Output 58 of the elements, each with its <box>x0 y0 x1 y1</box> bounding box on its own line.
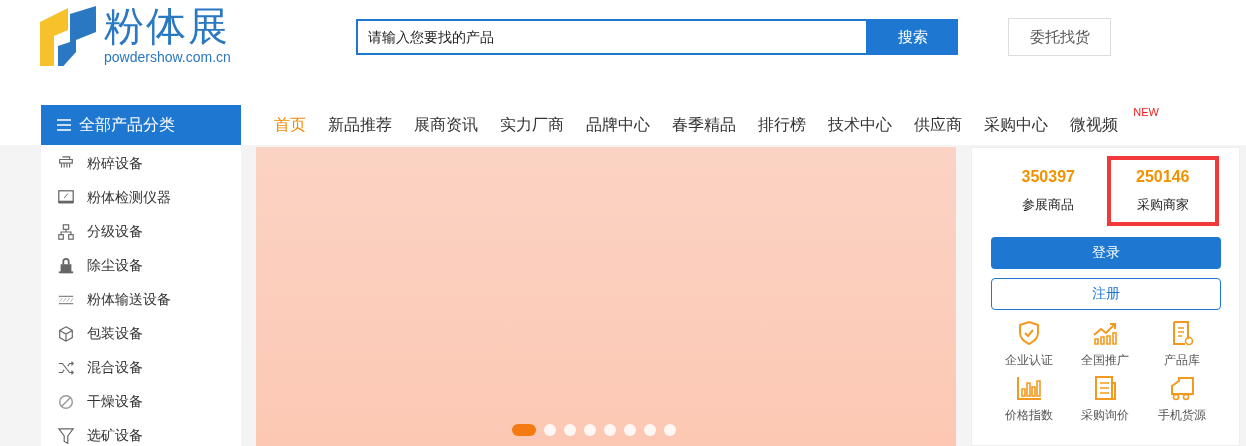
register-button[interactable]: 注册 <box>991 278 1221 310</box>
bar-chart-icon <box>1016 375 1043 401</box>
category-item[interactable]: 混合设备 <box>41 351 241 385</box>
category-item[interactable]: 包装设备 <box>41 317 241 351</box>
nav-link[interactable]: 新品推荐 <box>317 114 403 136</box>
nav-link[interactable]: 技术中心 <box>817 114 903 136</box>
login-button[interactable]: 登录 <box>991 237 1221 269</box>
category-item[interactable]: 除尘设备 <box>41 249 241 283</box>
service-link[interactable]: 手机货源 <box>1143 375 1220 424</box>
stat-label: 参展商品 <box>1022 196 1075 214</box>
nav-link[interactable]: 展商资讯 <box>403 114 489 136</box>
prohibited-icon <box>57 393 75 411</box>
nav-link[interactable]: 春季精品 <box>661 114 747 136</box>
nav-link[interactable]: 采购中心 <box>973 114 1059 136</box>
search-field[interactable]: 请输入您要找的产品 <box>356 19 868 55</box>
category-menu-title: 全部产品分类 <box>79 114 175 135</box>
carousel-dot[interactable] <box>544 424 556 436</box>
menu-icon <box>57 119 71 131</box>
nav-link[interactable]: 实力厂商 <box>489 114 575 136</box>
logo-title: 粉体展 <box>104 4 231 48</box>
box-icon <box>57 325 75 343</box>
search-button[interactable]: 搜索 <box>868 19 958 55</box>
stat-label: 采购商家 <box>1136 196 1189 214</box>
category-item[interactable]: 粉碎设备 <box>41 147 241 181</box>
nav-link[interactable]: 排行榜 <box>747 114 817 136</box>
service-link[interactable]: 采购询价 <box>1067 375 1144 424</box>
carousel-dot[interactable] <box>584 424 596 436</box>
nav-link[interactable]: 品牌中心 <box>575 114 661 136</box>
service-link[interactable]: 企业认证 <box>991 320 1068 369</box>
rising-chart-icon <box>1092 320 1119 346</box>
stat-value: 250146 <box>1136 168 1190 186</box>
category-menu-header[interactable]: 全部产品分类 <box>41 105 241 145</box>
entrust-button[interactable]: 委托找货 <box>1008 18 1111 56</box>
clipboard-list-icon <box>1092 375 1119 401</box>
carousel-dot[interactable] <box>664 424 676 436</box>
category-item[interactable]: 选矿设备 <box>41 419 241 446</box>
lock-icon <box>57 257 75 275</box>
funnel-icon <box>57 427 75 445</box>
service-link[interactable]: 产品库 <box>1143 320 1220 369</box>
stat-value: 350397 <box>1021 168 1075 186</box>
category-item[interactable]: 分级设备 <box>41 215 241 249</box>
category-item[interactable]: 粉体检测仪器 <box>41 181 241 215</box>
category-item[interactable]: 粉体输送设备 <box>41 283 241 317</box>
truck-icon <box>1168 375 1195 401</box>
hierarchy-icon <box>57 223 75 241</box>
category-item[interactable]: 干燥设备 <box>41 385 241 419</box>
service-link[interactable]: 价格指数 <box>991 375 1068 424</box>
carousel-dot[interactable] <box>604 424 616 436</box>
new-label: NEW <box>1133 105 1159 118</box>
carousel-dot[interactable] <box>644 424 656 436</box>
shuffle-icon <box>57 359 75 377</box>
logo-icon <box>40 4 96 66</box>
service-link[interactable]: 全国推广 <box>1067 320 1144 369</box>
promo-banner[interactable] <box>256 147 956 446</box>
carousel-dot[interactable] <box>624 424 636 436</box>
carousel-dot[interactable] <box>564 424 576 436</box>
nav-link[interactable]: 供应商 <box>903 114 973 136</box>
logo-domain: powdershow.com.cn <box>104 48 231 66</box>
